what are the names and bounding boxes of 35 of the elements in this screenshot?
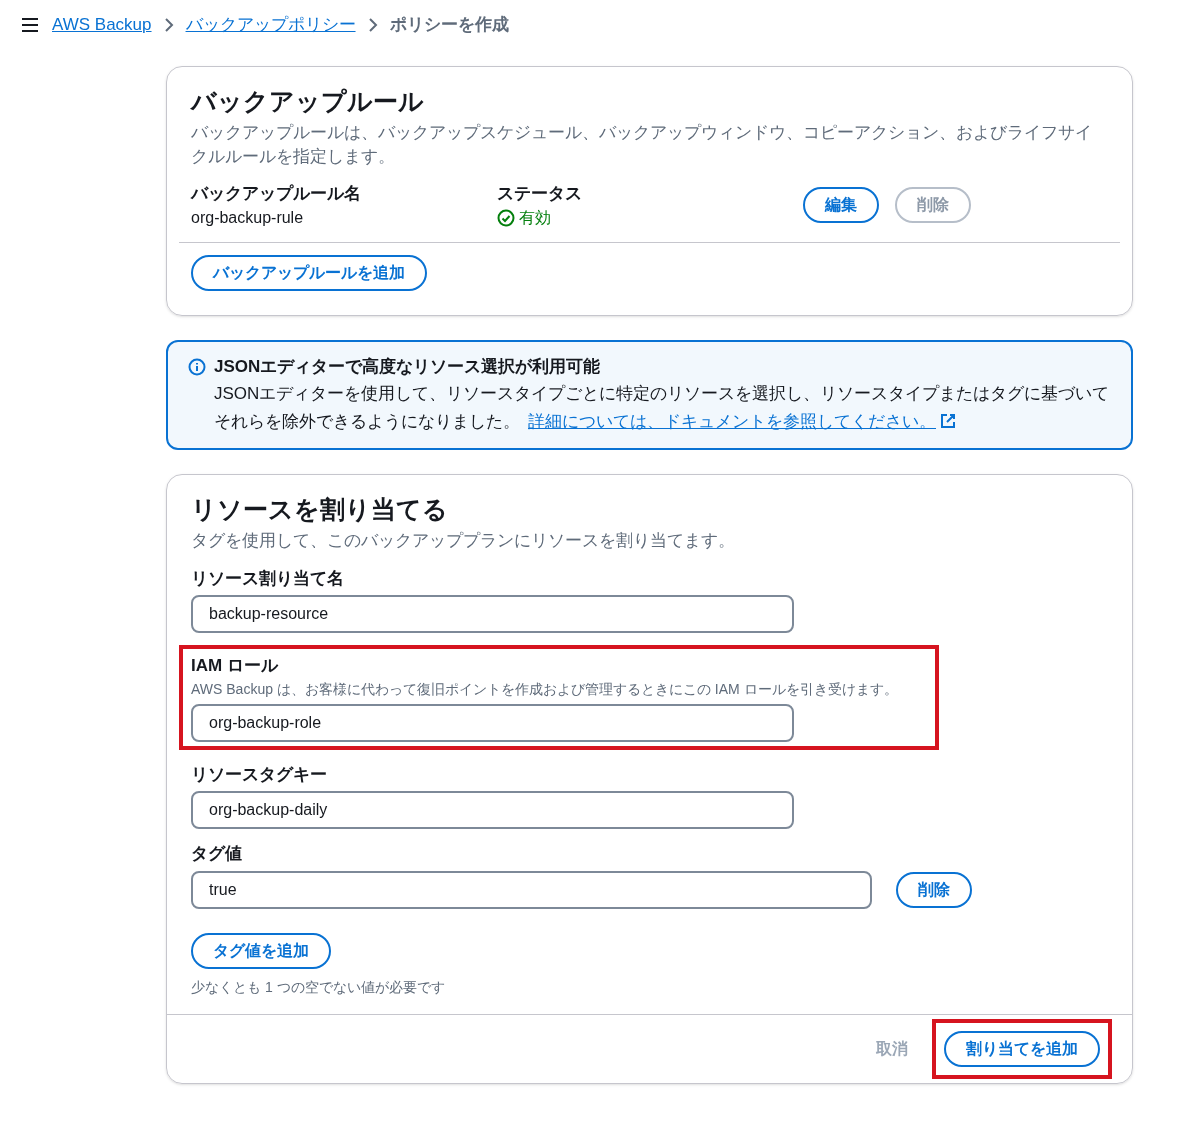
alert-text: JSONエディターを使用して、リソースタイプごとに特定のリソースを選択し、リソースタイプまたはタグに基づいてそれらを除外できるようになりました。 詳細については、ドキュメントを参照してください。 xyxy=(214,382,1111,433)
alert-title: JSONエディターで高度なリソース選択が利用可能 xyxy=(214,356,602,378)
card-description: バックアップルールは、バックアップスケジュール、バックアップウィンドウ、コピーアクション、およびライフサイクルルールを指定します。 xyxy=(191,121,1093,168)
field-description: AWS Backup は、お客様に代わって復旧ポイントを作成および管理するときにこの IAM ロールを引き受けます。 xyxy=(191,679,899,699)
rule-name: org-backup-rule xyxy=(191,208,305,228)
breadcrumb-current: ポリシーを作成 xyxy=(389,14,509,37)
card-title: バックアップルール xyxy=(191,86,425,117)
card-title: リソースを割り当てる xyxy=(191,493,449,525)
card-description: タグを使用して、このバックアッププランにリソースを割り当てます。 xyxy=(191,530,736,552)
status-indicator: 有効 xyxy=(497,206,803,230)
external-link-icon xyxy=(940,412,956,429)
add-rule-button[interactable]: バックアップルールを追加 xyxy=(191,255,427,291)
chevron-right-icon xyxy=(367,18,378,32)
info-icon xyxy=(188,358,206,376)
field-label: リソース割り当て名 xyxy=(191,567,345,590)
breadcrumb-link[interactable]: バックアップポリシー xyxy=(185,12,356,38)
field-label: バックアップルール名 xyxy=(191,182,362,205)
field-label: IAM ロール xyxy=(191,655,280,677)
documentation-link[interactable]: 詳細については、ドキュメントを参照してください。 xyxy=(528,411,936,431)
text-field[interactable]: org-backup-role xyxy=(191,703,794,742)
breadcrumb-link[interactable]: AWS Backup xyxy=(52,12,152,38)
field-label: リソースタグキー xyxy=(191,763,328,786)
field-label: タグ値 xyxy=(191,843,243,865)
remove-button[interactable]: 削除 xyxy=(896,871,972,908)
edit-button[interactable]: 編集 xyxy=(803,187,879,224)
text-field[interactable]: backup-resource xyxy=(191,595,794,633)
text-field[interactable]: org-backup-daily xyxy=(191,791,794,829)
chevron-right-icon xyxy=(163,18,174,32)
hint-text: 少なくとも 1 つの空でない値が必要です xyxy=(191,977,446,997)
check-circle-icon xyxy=(497,209,515,227)
menu-icon[interactable] xyxy=(20,17,40,33)
add-tag-button[interactable]: タグ値を追加 xyxy=(191,932,331,969)
text-field[interactable]: true xyxy=(191,870,872,909)
add-assignment-button[interactable]: 割り当てを追加 xyxy=(944,1030,1100,1067)
field-label: ステータス xyxy=(497,182,583,205)
